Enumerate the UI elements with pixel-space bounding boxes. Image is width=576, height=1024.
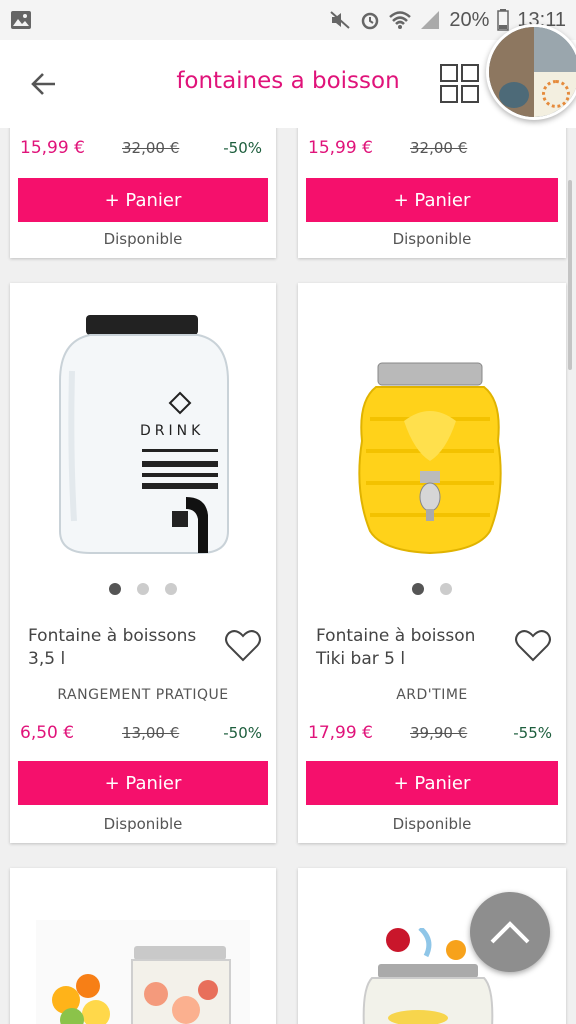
carousel-dot[interactable] [440, 583, 452, 595]
product-price: 6,50 € [20, 723, 75, 743]
heart-icon[interactable] [514, 629, 552, 663]
scrollbar[interactable] [568, 180, 572, 370]
grid-icon-cell [440, 85, 458, 103]
product-old-price: 32,00 € [410, 139, 468, 157]
carousel-dot[interactable] [137, 583, 149, 595]
product-card[interactable] [10, 868, 276, 1024]
alarm-icon [362, 12, 379, 30]
add-to-cart-button[interactable]: + Panier [306, 178, 558, 222]
chat-head-bubble[interactable] [486, 24, 576, 120]
availability-label: Disponible [103, 230, 183, 248]
product-price: 17,99 € [308, 723, 373, 743]
availability-label: Disponible [392, 815, 472, 833]
product-card[interactable]: 15,99 € 32,00 € + Panier Disponible [298, 128, 566, 258]
grid-view-button[interactable] [440, 64, 480, 104]
price-row: 15,99 € 32,00 € [308, 138, 556, 168]
availability-label: Disponible [392, 230, 472, 248]
battery-percent: 20% [449, 8, 490, 31]
product-old-price: 13,00 € [122, 724, 180, 742]
product-card[interactable]: DRINK Fontaine à boissons 3,5 l RANGEMEN… [10, 283, 276, 843]
grid-icon-cell [461, 85, 479, 103]
product-old-price: 39,90 € [410, 724, 468, 742]
mute-icon [330, 11, 351, 29]
product-card[interactable]: 15,99 € 32,00 € -50% + Panier Disponible [10, 128, 276, 258]
signal-icon [421, 11, 440, 29]
carousel-dot[interactable] [412, 583, 424, 595]
wifi-icon [389, 11, 412, 29]
image-drink-label: DRINK [140, 423, 204, 439]
product-price: 15,99 € [20, 138, 85, 158]
scroll-to-top-button[interactable] [470, 892, 550, 972]
image-carousel-dots[interactable] [10, 583, 276, 595]
product-price: 15,99 € [308, 138, 373, 158]
heart-icon[interactable] [224, 629, 262, 663]
bubble-photo [534, 27, 576, 72]
gallery-notification-icon [11, 11, 31, 29]
carousel-dot[interactable] [109, 583, 121, 595]
product-brand: ARD'TIME [396, 687, 468, 703]
product-old-price: 32,00 € [122, 139, 180, 157]
carousel-dot[interactable] [165, 583, 177, 595]
chevron-up-icon [490, 921, 530, 944]
add-to-cart-button[interactable]: + Panier [18, 761, 268, 805]
product-discount: -50% [223, 139, 262, 157]
product-brand: RANGEMENT PRATIQUE [57, 687, 229, 703]
bubble-photo [534, 72, 576, 117]
price-row: 6,50 € 13,00 € -50% [20, 723, 266, 753]
product-image[interactable]: DRINK [30, 301, 256, 571]
product-name[interactable]: Fontaine à boissons 3,5 l [28, 625, 218, 671]
product-discount: -55% [513, 724, 552, 742]
bubble-photo [499, 82, 529, 108]
grid-icon-cell [461, 64, 479, 82]
price-row: 17,99 € 39,90 € -55% [308, 723, 556, 753]
add-to-cart-button[interactable]: + Panier [18, 178, 268, 222]
product-name[interactable]: Fontaine à boisson Tiki bar 5 l [316, 625, 506, 671]
add-to-cart-button[interactable]: + Panier [306, 761, 558, 805]
product-card[interactable]: Fontaine à boisson Tiki bar 5 l ARD'TIME… [298, 283, 566, 843]
image-carousel-dots[interactable] [298, 583, 566, 595]
price-row: 15,99 € 32,00 € -50% [20, 138, 266, 168]
product-image[interactable] [318, 301, 546, 571]
product-image[interactable] [36, 920, 250, 1024]
availability-label: Disponible [103, 815, 183, 833]
product-grid[interactable]: 15,99 € 32,00 € -50% + Panier Disponible… [0, 128, 576, 1024]
product-discount: -50% [223, 724, 262, 742]
grid-icon-cell [440, 64, 458, 82]
